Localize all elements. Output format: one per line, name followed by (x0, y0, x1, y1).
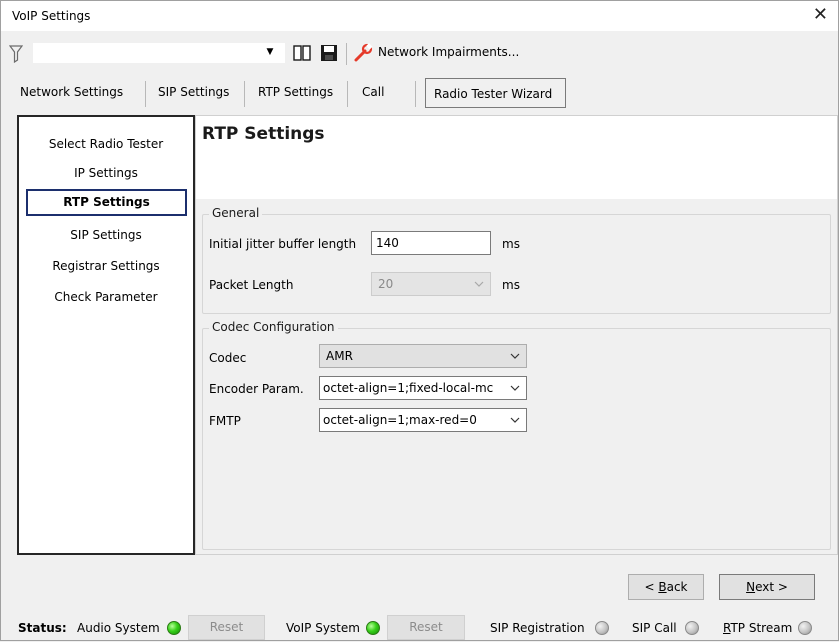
fmtp-value: octet-align=1;max-red=0 (323, 413, 477, 427)
sip-call-status-led-icon (685, 621, 699, 635)
back-button-accel: B (658, 580, 667, 594)
rtp-stream-label: RTP Stream (723, 621, 792, 635)
tab-network-settings[interactable]: Network Settings (20, 85, 123, 99)
sip-registration-label: SIP Registration (490, 621, 585, 635)
rtp-stream-status-led-icon (798, 621, 812, 635)
tab-radio-tester-wizard[interactable]: Radio Tester Wizard (425, 78, 566, 108)
window-title: VoIP Settings (12, 9, 91, 23)
wizard-content: Select Radio Tester IP Settings RTP Sett… (17, 115, 838, 555)
next-button-accel: N (746, 580, 756, 594)
voip-system-reset-button[interactable]: Reset (387, 615, 465, 640)
voip-settings-window: VoIP Settings ✕ ▼ Network Impairments... (0, 0, 839, 641)
chevron-down-icon (510, 385, 520, 391)
fmtp-label: FMTP (209, 414, 241, 428)
toolbar: ▼ Network Impairments... (1, 31, 838, 75)
tab-call[interactable]: Call (362, 85, 384, 99)
filter-combobox[interactable] (33, 43, 285, 63)
wrench-icon[interactable] (353, 43, 373, 63)
chevron-down-icon (474, 281, 484, 287)
next-button[interactable]: Next > (719, 574, 815, 600)
network-impairments-button[interactable]: Network Impairments... (378, 45, 519, 59)
status-bar: Status: Audio System Reset VoIP System R… (1, 614, 838, 642)
codec-label: Codec (209, 351, 247, 365)
rtp-stream-label-rest: TP Stream (730, 621, 793, 635)
packet-length-label: Packet Length (209, 278, 294, 292)
sip-call-label: SIP Call (632, 621, 677, 635)
tab-sip-settings[interactable]: SIP Settings (158, 85, 229, 99)
wizard-step-check-parameter[interactable]: Check Parameter (19, 290, 193, 304)
tab-separator (244, 81, 245, 107)
back-button-label: ack (666, 580, 688, 594)
wizard-page: RTP Settings General Initial jitter buff… (195, 115, 838, 555)
encoder-param-label: Encoder Param. (209, 382, 304, 396)
voip-system-label: VoIP System (286, 621, 360, 635)
packet-length-select[interactable]: 20 (371, 272, 491, 296)
general-group: General Initial jitter buffer length 140… (202, 206, 831, 314)
audio-system-reset-label: Reset (209, 620, 244, 634)
jitter-buffer-label: Initial jitter buffer length (209, 237, 357, 251)
codec-value: AMR (326, 349, 353, 363)
wizard-step-rtp-settings[interactable]: RTP Settings (26, 189, 187, 216)
voip-system-reset-label: Reset (409, 620, 443, 634)
voip-system-status-led-icon (366, 621, 380, 635)
jitter-buffer-input[interactable]: 140 (371, 231, 491, 255)
back-button[interactable]: < Back (628, 574, 704, 600)
encoder-param-select[interactable]: octet-align=1;fixed-local-mc (319, 376, 527, 400)
audio-system-reset-button[interactable]: Reset (188, 615, 265, 640)
chevron-down-icon (510, 353, 520, 359)
tab-separator (145, 81, 146, 107)
next-button-label: ext > (755, 580, 788, 594)
wizard-step-ip-settings[interactable]: IP Settings (19, 166, 193, 180)
book-icon[interactable] (292, 43, 312, 63)
tab-separator (415, 81, 416, 107)
general-group-title: General (209, 206, 263, 220)
wizard-step-registrar-settings[interactable]: Registrar Settings (19, 259, 193, 273)
page-header: RTP Settings (196, 116, 837, 199)
filter-icon[interactable] (9, 45, 23, 63)
codec-select[interactable]: AMR (319, 344, 527, 368)
jitter-buffer-unit: ms (502, 237, 520, 251)
audio-system-label: Audio System (77, 621, 160, 635)
packet-length-value: 20 (378, 277, 394, 291)
close-icon[interactable]: ✕ (813, 5, 828, 25)
fmtp-select[interactable]: octet-align=1;max-red=0 (319, 408, 527, 432)
wizard-step-select-radio-tester[interactable]: Select Radio Tester (19, 137, 193, 151)
codec-configuration-group-title: Codec Configuration (209, 320, 338, 334)
chevron-down-icon (510, 417, 520, 423)
title-bar: VoIP Settings ✕ (1, 1, 838, 31)
tab-separator (347, 81, 348, 107)
back-button-prefix: < (644, 580, 659, 594)
tab-rtp-settings[interactable]: RTP Settings (258, 85, 333, 99)
save-icon[interactable] (319, 43, 339, 63)
audio-system-status-led-icon (167, 621, 181, 635)
wizard-step-sip-settings[interactable]: SIP Settings (19, 228, 193, 242)
jitter-buffer-value: 140 (376, 236, 399, 250)
settings-tabs: Network Settings SIP Settings RTP Settin… (1, 75, 838, 113)
status-label: Status: (18, 621, 67, 635)
toolbar-separator (346, 43, 347, 65)
page-title: RTP Settings (202, 124, 325, 144)
codec-configuration-group: Codec Configuration Codec AMR Encoder Pa… (202, 320, 831, 550)
sip-registration-status-led-icon (595, 621, 609, 635)
filter-dropdown-arrow-icon[interactable]: ▼ (263, 45, 277, 59)
encoder-param-value: octet-align=1;fixed-local-mc (323, 381, 494, 395)
tab-radio-tester-wizard-label: Radio Tester Wizard (434, 87, 553, 101)
packet-length-unit: ms (502, 278, 520, 292)
wizard-step-list: Select Radio Tester IP Settings RTP Sett… (17, 115, 195, 555)
